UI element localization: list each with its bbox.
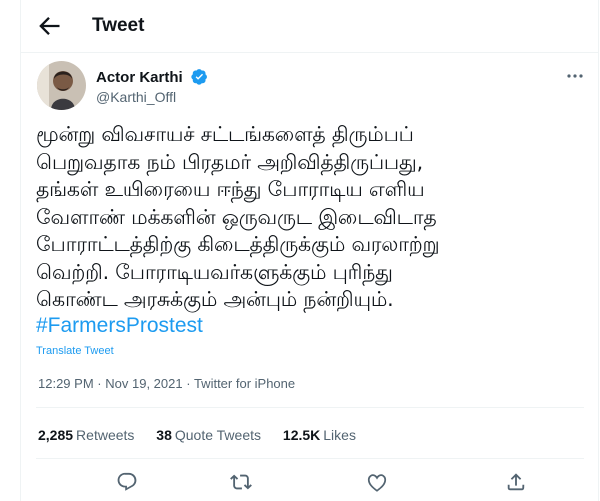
tweet-stats: 2,285 Retweets 38 Quote Tweets 12.5K Likes	[38, 427, 374, 443]
quote-tweets-stat[interactable]: 38 Quote Tweets	[156, 427, 261, 443]
avatar[interactable]	[37, 61, 86, 110]
retweets-count: 2,285	[38, 427, 74, 443]
hashtag-link[interactable]: #FarmersProstest	[36, 314, 203, 338]
tweet-meta: 12:29 PM · Nov 19, 2021 · Twitter for iP…	[38, 376, 295, 391]
author-name-text: Actor Karthi	[96, 69, 183, 86]
tweet-text: மூன்று விவசாயச் சட்டங்களைத் திரும்பப் பெ…	[36, 122, 440, 311]
divider	[36, 458, 584, 459]
likes-label: Likes	[323, 427, 356, 443]
arrow-left-icon[interactable]	[35, 12, 63, 40]
tweet-detail-panel: Tweet Actor Karthi @Karthi_Offl மூன்று வ…	[20, 0, 599, 501]
verified-badge-icon	[191, 69, 207, 85]
tweet-time[interactable]: 12:29 PM	[38, 376, 94, 391]
meta-separator: ·	[97, 376, 102, 391]
retweets-label: Retweets	[76, 427, 135, 443]
likes-stat[interactable]: 12.5K Likes	[283, 427, 356, 443]
likes-count: 12.5K	[282, 427, 321, 443]
tweet-date[interactable]: Nov 19, 2021	[105, 376, 182, 391]
translate-tweet-link[interactable]: Translate Tweet	[36, 345, 114, 357]
reply-icon[interactable]	[116, 471, 138, 493]
divider	[36, 407, 584, 408]
heart-icon[interactable]	[366, 471, 388, 493]
quotes-count: 38	[156, 427, 172, 443]
more-horizontal-icon[interactable]	[565, 68, 585, 84]
tweet-actions	[21, 468, 600, 496]
tweet-client[interactable]: Twitter for iPhone	[194, 376, 295, 391]
quotes-label: Quote Tweets	[174, 427, 262, 443]
author-name[interactable]: Actor Karthi	[96, 68, 208, 86]
author-handle[interactable]: @Karthi_Offl	[96, 89, 176, 105]
retweets-stat[interactable]: 2,285 Retweets	[38, 427, 134, 443]
page-title: Tweet	[92, 15, 145, 36]
share-icon[interactable]	[505, 471, 527, 493]
meta-separator: ·	[186, 376, 191, 391]
retweet-icon[interactable]	[230, 471, 252, 493]
top-bar: Tweet	[21, 0, 598, 53]
